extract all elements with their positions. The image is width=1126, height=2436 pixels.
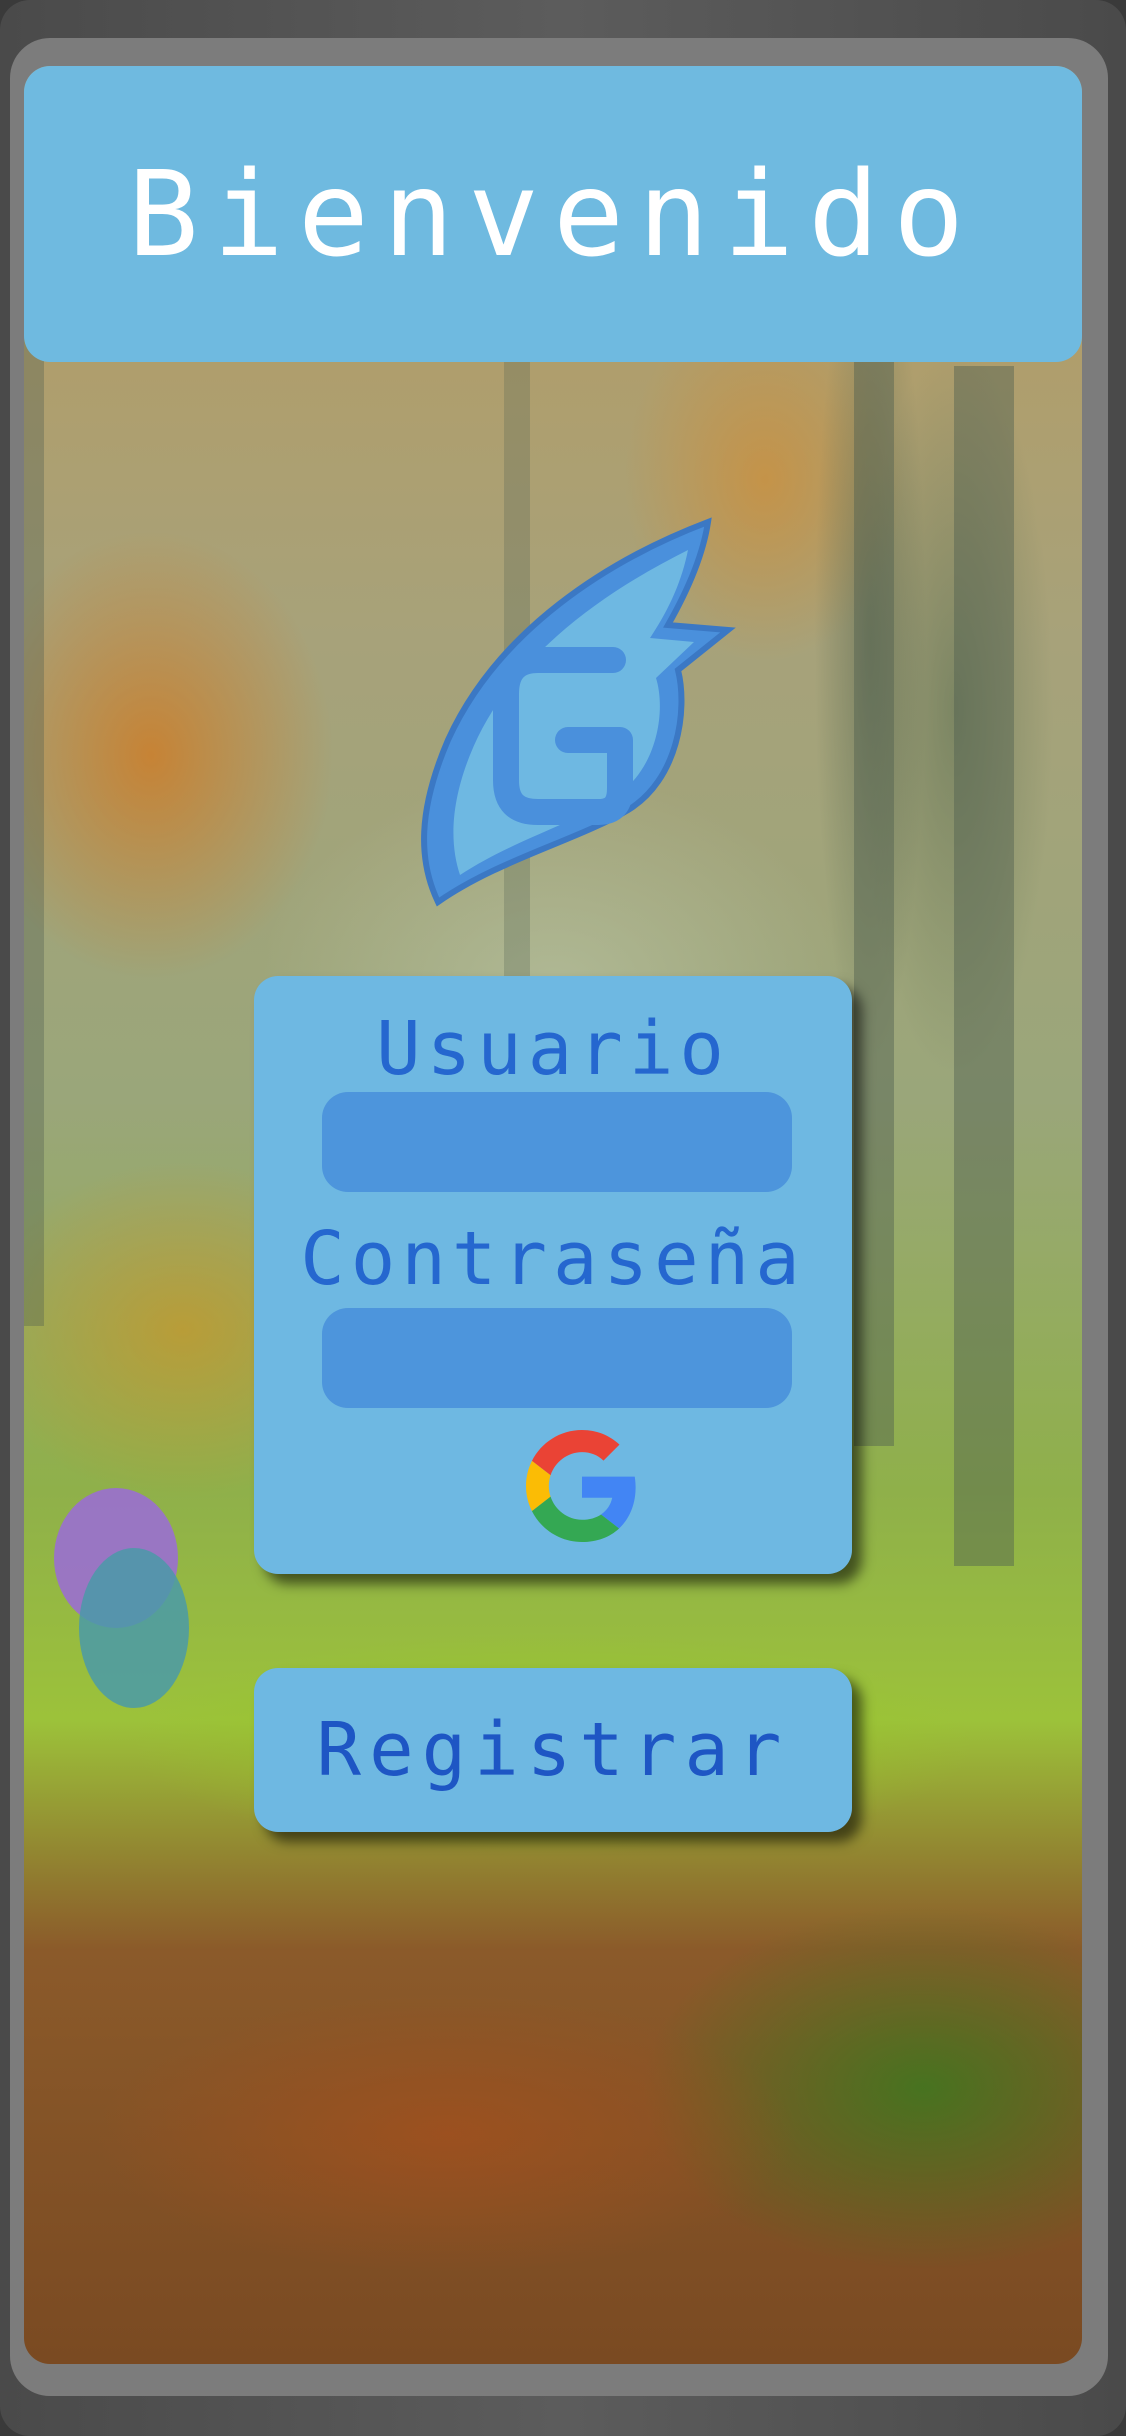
user-input[interactable] <box>322 1092 792 1192</box>
user-label: Usuario <box>376 1006 730 1092</box>
welcome-header: Bienvenido <box>24 66 1082 362</box>
register-button[interactable]: Registrar <box>254 1668 852 1832</box>
device-frame: Bienvenido Usuario Contraseña Registrar <box>0 0 1126 2436</box>
password-input[interactable] <box>322 1308 792 1408</box>
google-icon[interactable] <box>526 1430 638 1542</box>
blue-flame-g-logo-icon <box>421 517 736 907</box>
creature-figure <box>54 1488 189 1708</box>
login-panel: Usuario Contraseña <box>254 976 852 1574</box>
page-title: Bienvenido <box>127 145 979 283</box>
password-label: Contraseña <box>300 1216 806 1302</box>
